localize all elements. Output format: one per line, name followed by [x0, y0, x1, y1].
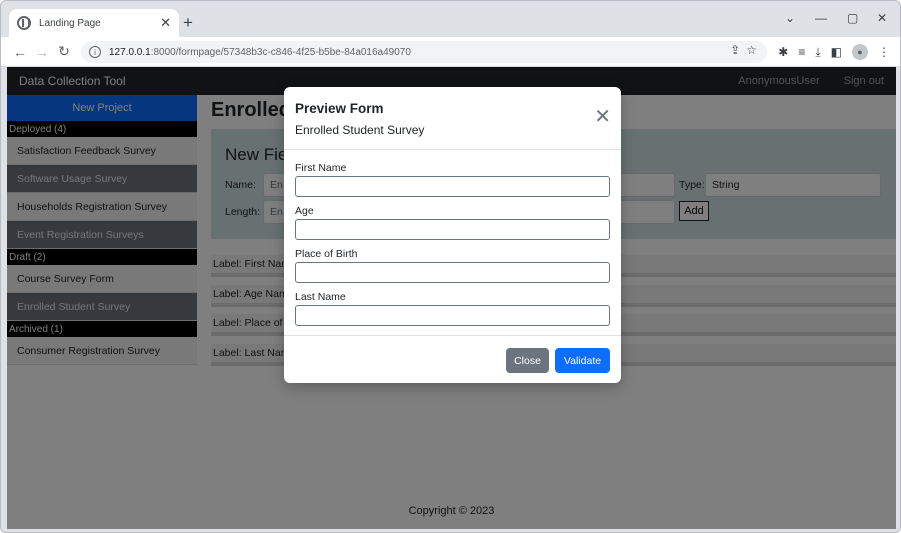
age-input[interactable]	[295, 219, 610, 240]
page-viewport: Data Collection Tool AnonymousUser Sign …	[7, 67, 896, 529]
new-tab-icon[interactable]: +	[183, 13, 193, 33]
close-icon[interactable]: ✕	[594, 107, 611, 127]
address-bar[interactable]: i 127.0.0.1:8000/formpage/57348b3c-c846-…	[81, 41, 767, 63]
modal-title: Preview Form	[295, 101, 384, 116]
browser-tab[interactable]: Landing Page ✕	[9, 9, 179, 37]
maximize-icon[interactable]: ▢	[847, 11, 858, 25]
download-icon[interactable]: ⤓	[815, 45, 820, 60]
minimize-icon[interactable]: —	[815, 11, 827, 25]
preview-form-modal: Preview Form Enrolled Student Survey ✕ F…	[284, 87, 621, 383]
age-label: Age	[295, 205, 314, 217]
close-tab-icon[interactable]: ✕	[160, 15, 171, 31]
url-text: 127.0.0.1:8000/formpage/57348b3c-c846-4f…	[109, 46, 411, 58]
back-icon[interactable]: ←	[9, 44, 31, 60]
last-name-input[interactable]	[295, 305, 610, 326]
bookmark-star-icon[interactable]: ☆	[746, 43, 757, 57]
browser-window: Landing Page ✕ + ⌄ — ▢ ✕ ← → ↻ i 127.0.0…	[0, 0, 901, 533]
first-name-input[interactable]	[295, 176, 610, 197]
extensions-icon[interactable]: ✱	[778, 45, 788, 59]
first-name-label: First Name	[295, 162, 347, 174]
modal-subtitle: Enrolled Student Survey	[295, 123, 425, 137]
place-of-birth-label: Place of Birth	[295, 248, 358, 260]
tab-search-icon[interactable]: ⌄	[785, 11, 795, 25]
reading-list-icon[interactable]: ≡	[798, 45, 805, 59]
close-button[interactable]: Close	[506, 348, 549, 373]
last-name-label: Last Name	[295, 291, 346, 303]
globe-icon	[17, 16, 31, 30]
browser-toolbar: ← → ↻ i 127.0.0.1:8000/formpage/57348b3c…	[1, 37, 900, 67]
menu-kebab-icon[interactable]: ⋮	[878, 45, 890, 59]
profile-avatar-icon[interactable]: ●	[852, 44, 868, 60]
side-panel-icon[interactable]: ◧	[831, 45, 842, 59]
place-of-birth-input[interactable]	[295, 262, 610, 283]
window-close-icon[interactable]: ✕	[877, 11, 887, 25]
share-icon[interactable]: ⇪	[730, 43, 740, 57]
tab-strip: Landing Page ✕ + ⌄ — ▢ ✕	[1, 1, 900, 37]
validate-button[interactable]: Validate	[555, 348, 610, 373]
site-info-icon[interactable]: i	[89, 46, 101, 58]
modal-header: Preview Form Enrolled Student Survey ✕	[284, 87, 621, 150]
reload-icon[interactable]: ↻	[53, 43, 75, 60]
modal-footer: Close Validate	[284, 335, 621, 383]
tab-title: Landing Page	[39, 17, 101, 29]
modal-body: First Name Age Place of Birth Last Name	[284, 150, 621, 326]
forward-icon[interactable]: →	[31, 44, 53, 60]
